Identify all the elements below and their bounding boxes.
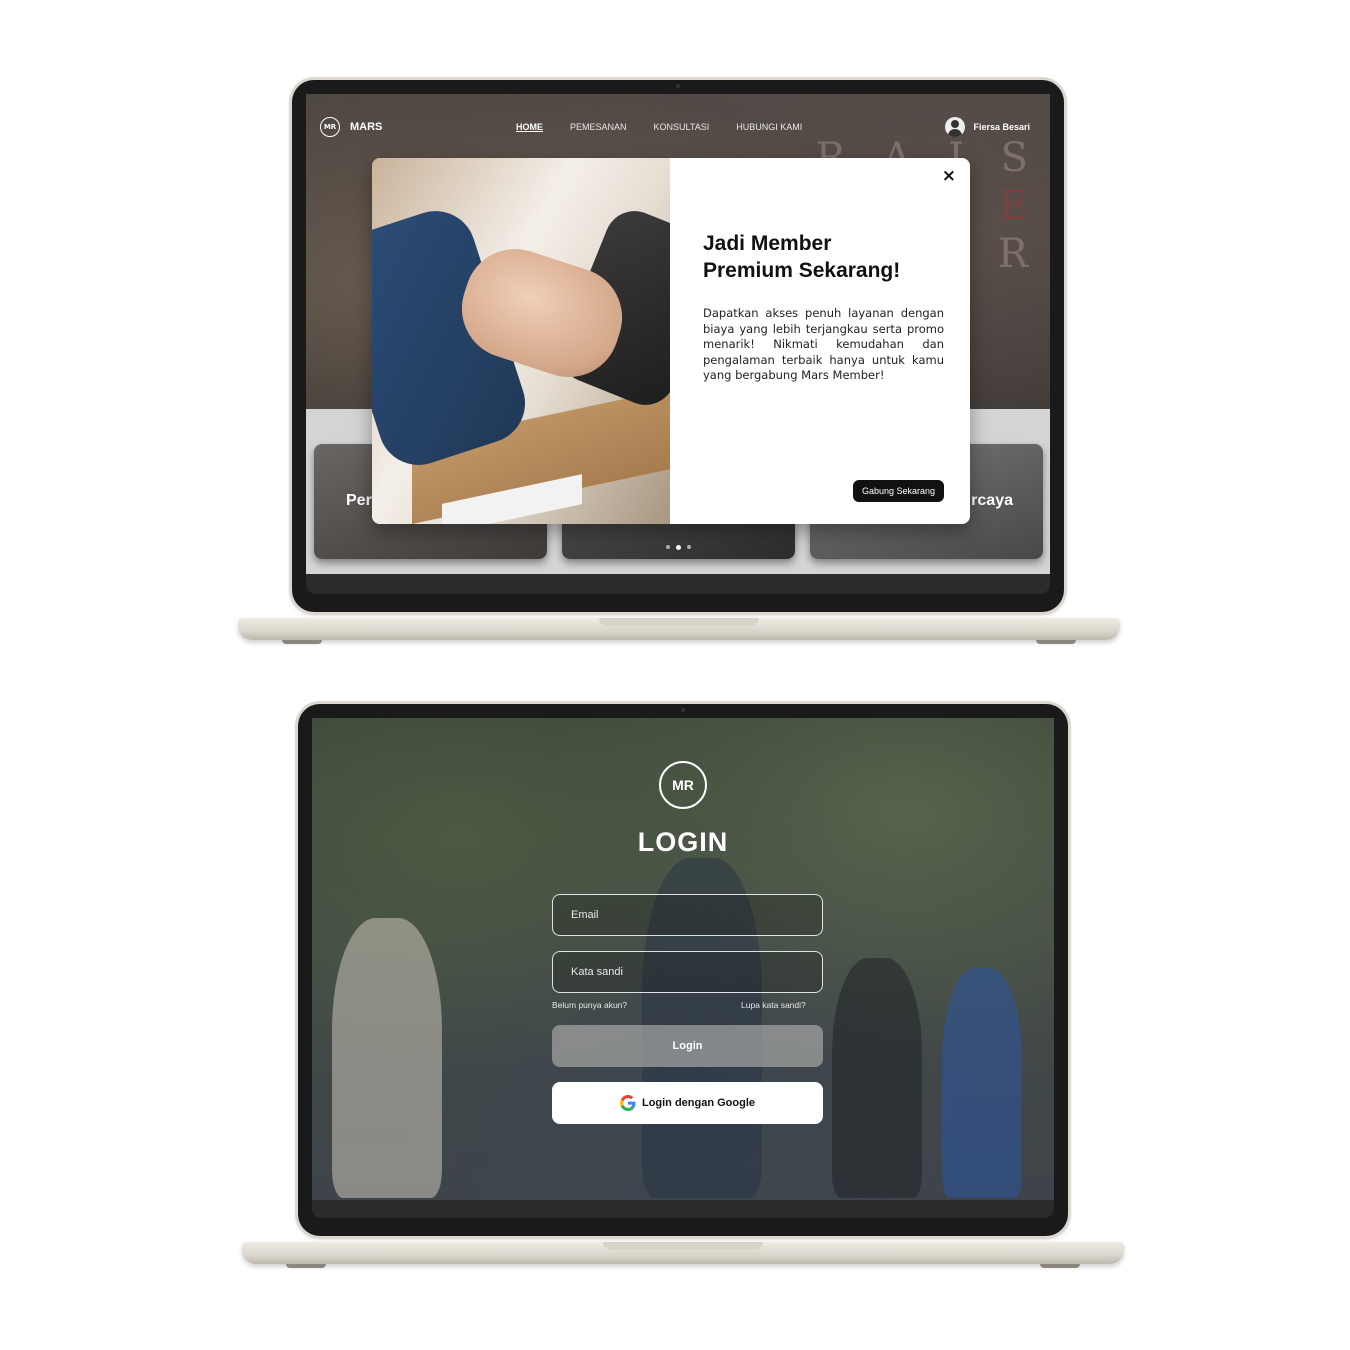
mars-logo-icon: MR — [659, 761, 707, 809]
camera-notch — [633, 80, 723, 94]
modal-description: Dapatkan akses penuh layanan dengan biay… — [703, 306, 944, 383]
avatar — [945, 117, 966, 137]
carousel-dot[interactable] — [687, 545, 691, 549]
bezel-chin — [312, 1200, 1054, 1218]
register-link[interactable]: Belum punya akun? — [552, 1000, 627, 1010]
nav-home[interactable]: HOME — [516, 122, 543, 132]
laptop-base — [242, 1242, 1124, 1268]
login-form: MR LOGIN Belum punya akun? Lupa kata san… — [312, 718, 1054, 1200]
brand[interactable]: MR MARS — [320, 117, 382, 137]
home-screen: R A I SH EA R MR MARS HOME PEMESANAN KON… — [306, 94, 1050, 576]
mars-logo-icon: MR — [320, 117, 340, 137]
modal-title-line1: Jadi Member — [703, 232, 832, 255]
login-button[interactable]: Login — [552, 1025, 823, 1067]
laptop-base — [238, 618, 1120, 644]
bezel-chin — [306, 576, 1050, 594]
google-icon — [619, 1095, 636, 1111]
handshake-image — [372, 158, 670, 524]
foot — [1036, 640, 1076, 644]
email-field[interactable] — [552, 894, 823, 936]
camera-notch — [638, 704, 728, 718]
google-login-button[interactable]: Login dengan Google — [552, 1082, 823, 1124]
laptop-lid: MR LOGIN Belum punya akun? Lupa kata san… — [298, 704, 1068, 1236]
user-menu[interactable]: Fiersa Besari — [945, 117, 1030, 137]
user-name: Fiersa Besari — [973, 122, 1030, 132]
password-field[interactable] — [552, 951, 823, 993]
carousel-dot-active[interactable] — [676, 544, 681, 550]
nav-links: HOME PEMESANAN KONSULTASI HUBUNGI KAMI — [516, 122, 802, 132]
premium-modal: × Jadi Member Premium Sekarang! Dapatkan… — [372, 158, 970, 524]
card-title: rcaya — [971, 492, 1013, 509]
base-groove — [603, 1242, 763, 1250]
laptop-lid: R A I SH EA R MR MARS HOME PEMESANAN KON… — [292, 80, 1064, 612]
login-screen: MR LOGIN Belum punya akun? Lupa kata san… — [312, 718, 1054, 1200]
join-now-button[interactable]: Gabung Sekarang — [852, 480, 944, 502]
forgot-password-link[interactable]: Lupa kata sandi? — [741, 1000, 806, 1010]
login-title: LOGIN — [637, 827, 729, 857]
carousel-dot[interactable] — [666, 545, 670, 549]
carousel-dots — [666, 544, 691, 550]
close-icon[interactable]: × — [942, 166, 956, 186]
foot — [286, 1264, 326, 1268]
foot — [1040, 1264, 1080, 1268]
nav-hubungi-kami[interactable]: HUBUNGI KAMI — [736, 122, 802, 132]
foot — [282, 640, 322, 644]
modal-title: Jadi Member Premium Sekarang! — [703, 230, 944, 284]
top-navbar: MR MARS HOME PEMESANAN KONSULTASI HUBUNG… — [306, 94, 1050, 160]
nav-pemesanan[interactable]: PEMESANAN — [570, 122, 627, 132]
card-title: Per — [346, 492, 372, 509]
nav-konsultasi[interactable]: KONSULTASI — [654, 122, 710, 132]
modal-title-line2: Premium Sekarang! — [703, 259, 901, 282]
brand-name: MARS — [350, 121, 383, 133]
modal-content: × Jadi Member Premium Sekarang! Dapatkan… — [670, 158, 970, 524]
base-groove — [599, 618, 759, 626]
google-button-label: Login dengan Google — [641, 1097, 756, 1109]
